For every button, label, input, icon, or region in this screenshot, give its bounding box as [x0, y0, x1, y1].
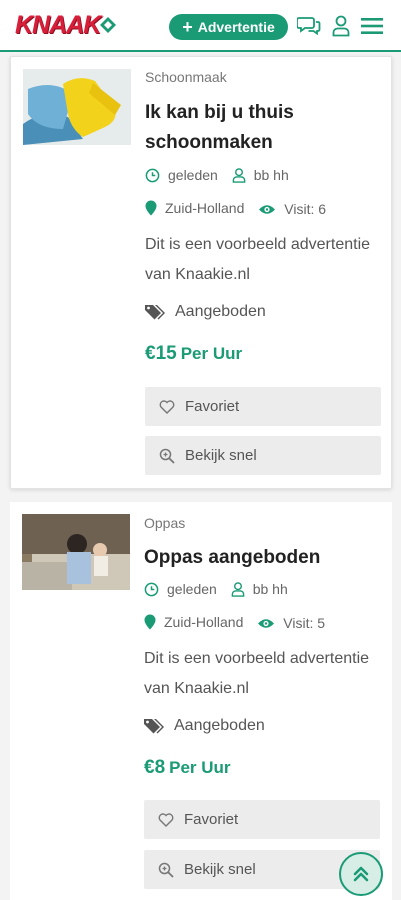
price-unit: Per Uur — [169, 758, 231, 777]
listing-category[interactable]: Schoonmaak — [145, 69, 227, 85]
map-pin-icon — [145, 200, 157, 215]
user-icon[interactable] — [329, 14, 353, 38]
price-amount: €15 — [145, 343, 177, 364]
logo-text: KNAAK — [15, 10, 101, 39]
listing-type: Aangeboden — [145, 303, 266, 321]
heart-icon — [158, 812, 174, 827]
person-icon — [232, 167, 246, 183]
listing-user: bb hh — [252, 581, 288, 597]
listing-title[interactable]: Ik kan bij u thuis schoonmaken — [145, 98, 380, 158]
listing-meta: geleden bb hh Zuid-Holland Visit: 6 — [145, 160, 385, 226]
chat-icon[interactable] — [297, 14, 321, 38]
listing-title[interactable]: Oppas aangeboden — [144, 543, 379, 573]
listing-location: Zuid-Holland — [164, 613, 244, 630]
listing-category[interactable]: Oppas — [144, 515, 185, 531]
listing-type-label: Aangeboden — [174, 717, 265, 734]
listing-location: Zuid-Holland — [165, 199, 245, 216]
zoom-icon — [159, 448, 175, 464]
price-unit: Per Uur — [180, 344, 243, 363]
eye-icon — [258, 618, 275, 628]
heart-icon — [159, 399, 175, 414]
listing-card[interactable]: Schoonmaak Ik kan bij u thuis schoonmake… — [10, 56, 392, 489]
clock-icon — [144, 582, 159, 596]
favorite-button[interactable]: Favoriet — [144, 800, 380, 839]
listing-image-babysitting[interactable] — [22, 514, 130, 590]
listing-time: geleden — [168, 167, 218, 183]
tags-icon — [145, 305, 165, 320]
double-chevron-up-icon — [353, 866, 369, 882]
scroll-to-top-button[interactable] — [339, 852, 383, 896]
listing-type: Aangeboden — [144, 717, 265, 735]
map-pin-icon — [144, 614, 156, 629]
listing-meta: geleden bb hh Zuid-Holland Visit: 5 — [144, 574, 384, 640]
listing-description: Dit is een voorbeeld advertentie van Kna… — [145, 236, 371, 283]
eye-icon — [259, 204, 276, 214]
listing-visits: Visit: 6 — [284, 201, 327, 217]
tags-icon — [144, 719, 164, 734]
favorite-label: Favoriet — [185, 398, 240, 415]
listing-time: geleden — [167, 581, 217, 597]
listing-type-label: Aangeboden — [175, 303, 266, 320]
listing-price: €8 Per Uur — [144, 757, 231, 779]
site-logo[interactable]: KNAAK — [15, 10, 118, 40]
hamburger-icon[interactable] — [360, 14, 384, 38]
favorite-label: Favoriet — [184, 811, 239, 828]
add-advertisement-button[interactable]: + Advertentie — [169, 14, 288, 40]
favorite-button[interactable]: Favoriet — [145, 387, 381, 426]
top-navbar: KNAAK + Advertentie — [0, 0, 401, 52]
logo-leaf-icon — [100, 17, 117, 33]
price-amount: €8 — [144, 757, 166, 778]
quick-view-button[interactable]: Bekijk snel — [145, 436, 381, 475]
listing-user: bb hh — [253, 167, 289, 183]
add-advertisement-label: Advertentie — [197, 19, 275, 35]
listing-description: Dit is een voorbeeld advertentie van Kna… — [144, 650, 370, 697]
listing-card[interactable]: Oppas Oppas aangeboden geleden bb hh Zui… — [10, 502, 392, 900]
plus-icon: + — [182, 17, 193, 37]
clock-icon — [145, 168, 160, 182]
zoom-icon — [158, 862, 174, 878]
listing-image-cleaning[interactable] — [23, 69, 131, 145]
person-icon — [231, 581, 245, 597]
quick-view-label: Bekijk snel — [184, 861, 256, 878]
quick-view-label: Bekijk snel — [185, 447, 257, 464]
listing-visits: Visit: 5 — [283, 615, 326, 631]
listing-price: €15 Per Uur — [145, 343, 242, 365]
